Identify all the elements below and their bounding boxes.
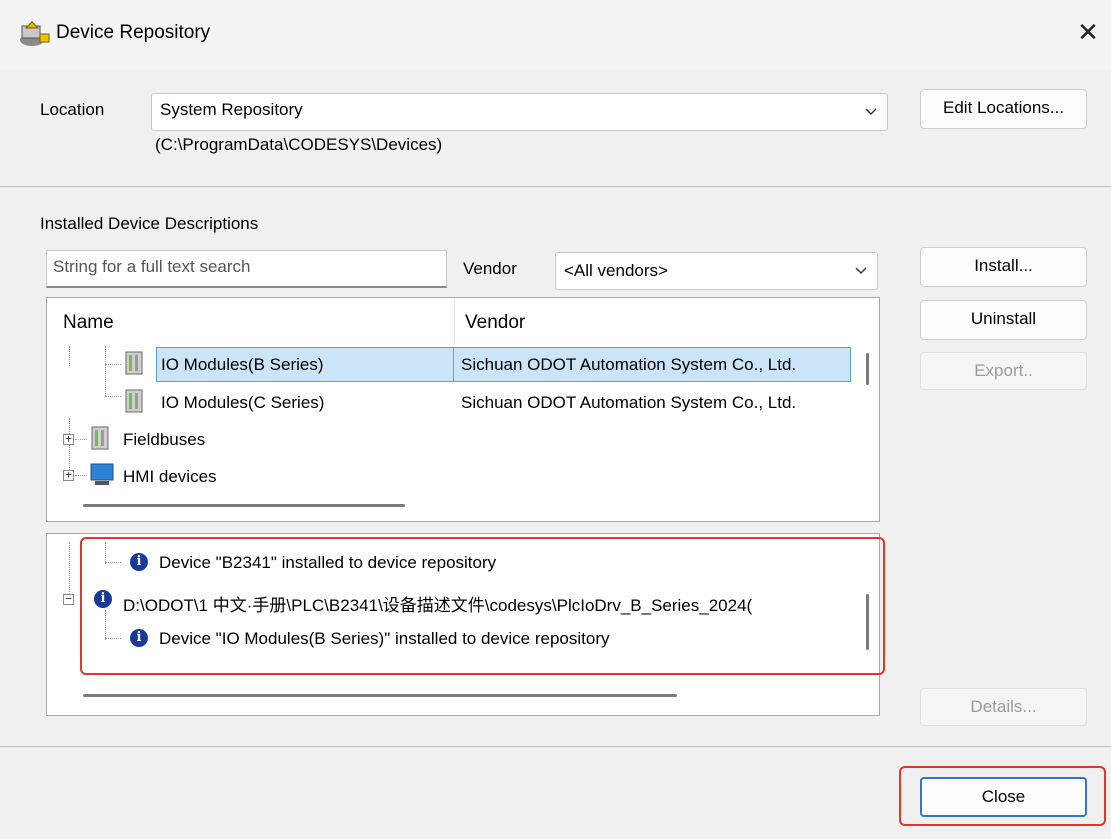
chevron-down-icon <box>853 262 869 278</box>
expand-toggle[interactable]: + <box>63 433 74 445</box>
search-placeholder: String for a full text search <box>53 257 251 276</box>
hmi-device-icon <box>89 461 115 489</box>
close-window-button[interactable]: ✕ <box>1072 14 1104 50</box>
highlight-frame <box>80 537 885 675</box>
io-module-icon <box>123 350 147 378</box>
vendor-label: Vendor <box>463 259 517 278</box>
edit-locations-button[interactable]: Edit Locations... <box>920 89 1087 129</box>
location-selected-value: System Repository <box>160 100 303 119</box>
io-module-icon <box>89 425 113 453</box>
device-tree-panel: Name Vendor IO Modules(B Series) Sichuan… <box>46 297 880 522</box>
location-label: Location <box>40 100 105 119</box>
io-module-icon <box>123 388 147 416</box>
location-combo[interactable]: System Repository <box>151 93 888 131</box>
installed-section-label: Installed Device Descriptions <box>40 214 259 233</box>
device-name[interactable]: IO Modules(C Series) <box>161 393 324 413</box>
vendor-selected-value: <All vendors> <box>564 261 668 280</box>
install-button[interactable]: Install... <box>920 247 1087 287</box>
chevron-down-icon <box>863 103 879 119</box>
vendor-combo[interactable]: <All vendors> <box>555 252 878 290</box>
export-button[interactable]: Export.. <box>920 352 1087 390</box>
divider <box>0 746 1111 747</box>
horizontal-scrollbar[interactable] <box>83 504 405 507</box>
column-divider <box>454 298 455 344</box>
column-header-vendor[interactable]: Vendor <box>465 312 525 334</box>
horizontal-scrollbar[interactable] <box>83 694 677 697</box>
vertical-scrollbar[interactable] <box>866 353 869 385</box>
search-input[interactable]: String for a full text search <box>46 250 447 288</box>
device-repository-icon <box>18 20 52 50</box>
collapse-toggle[interactable]: − <box>63 593 74 605</box>
divider <box>0 186 1111 187</box>
column-header-name[interactable]: Name <box>63 312 114 334</box>
expand-toggle[interactable]: + <box>63 469 74 481</box>
window-title: Device Repository <box>56 22 211 43</box>
close-button[interactable]: Close <box>920 777 1087 817</box>
device-category[interactable]: Fieldbuses <box>123 430 205 450</box>
device-name[interactable]: IO Modules(B Series) <box>161 355 324 375</box>
details-button[interactable]: Details... <box>920 688 1087 726</box>
location-path: (C:\ProgramData\CODESYS\Devices) <box>155 135 443 154</box>
uninstall-button[interactable]: Uninstall <box>920 300 1087 340</box>
device-vendor: Sichuan ODOT Automation System Co., Ltd. <box>461 355 797 374</box>
device-vendor: Sichuan ODOT Automation System Co., Ltd. <box>461 393 797 412</box>
device-category[interactable]: HMI devices <box>123 467 217 487</box>
